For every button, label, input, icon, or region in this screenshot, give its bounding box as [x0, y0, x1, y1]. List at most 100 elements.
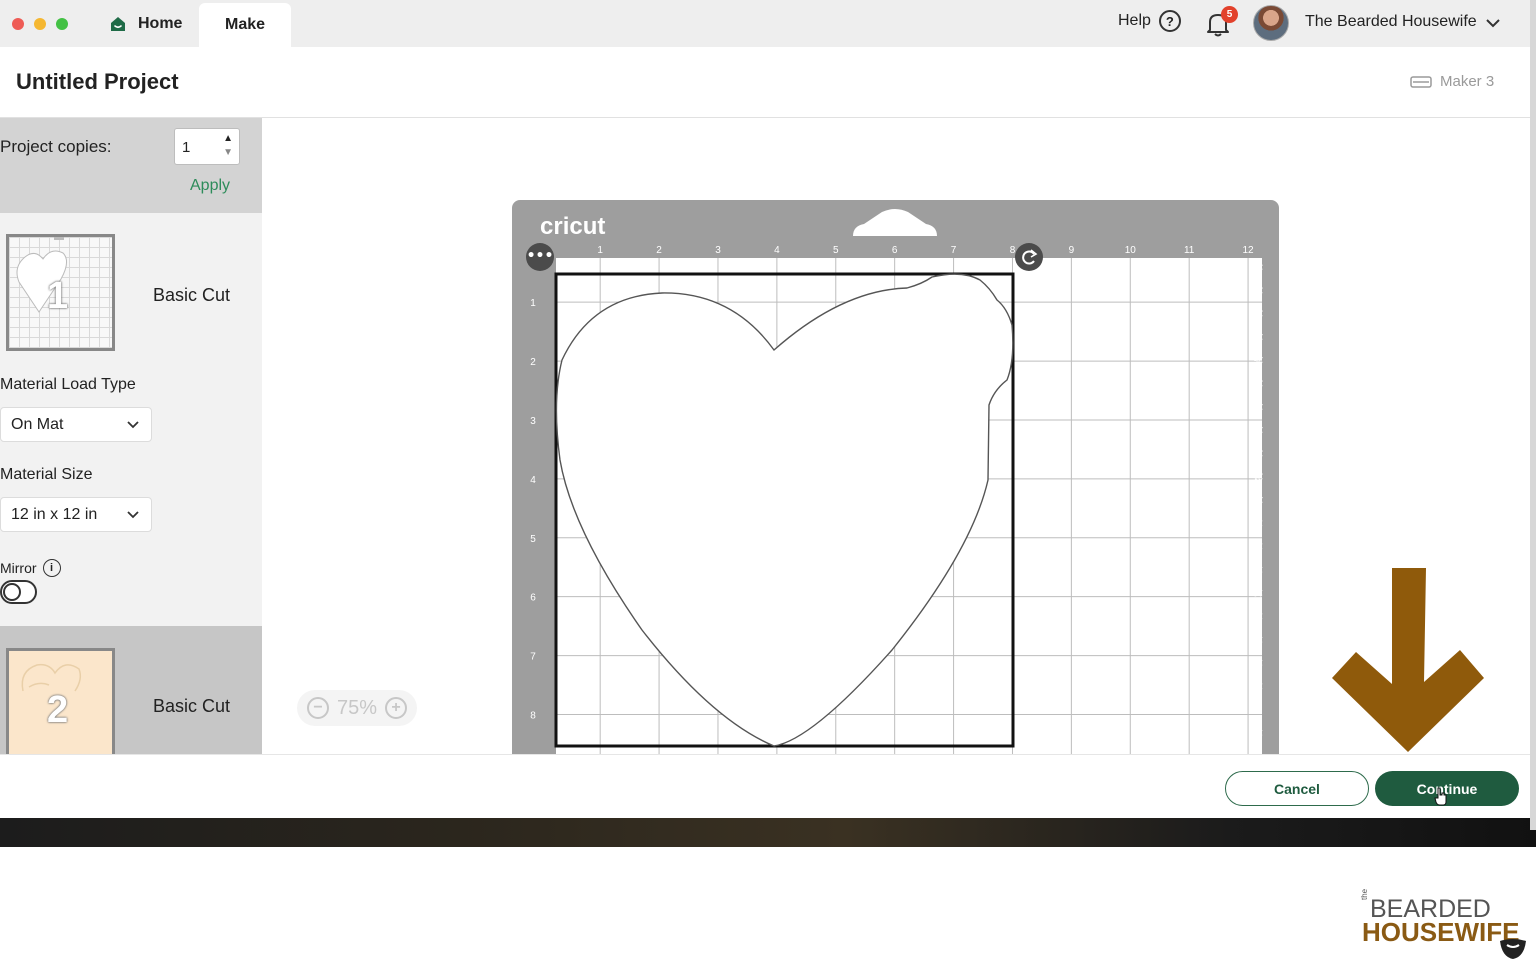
ruler-right-label: 25 — [1253, 379, 1263, 389]
ruler-left-label: 3 — [530, 416, 536, 427]
ruler-top-label: 10 — [1125, 245, 1137, 256]
info-icon[interactable]: i — [42, 559, 61, 577]
rotate-icon[interactable] — [1015, 243, 1043, 271]
ruler-right-label: 14 — [1253, 635, 1263, 645]
mat-thumbnail-2[interactable]: 2 — [6, 648, 115, 755]
project-header: Untitled Project Maker 3 — [0, 47, 1530, 118]
machine-selector[interactable]: Maker 3 — [1410, 73, 1494, 90]
material-size-label: Material Size — [0, 466, 93, 483]
mat-sidebar: Project copies: 1 ▲ ▼ Apply 1 Basic Cut … — [0, 118, 262, 755]
avatar[interactable] — [1253, 5, 1289, 41]
material-load-type-value: On Mat — [11, 416, 64, 433]
zoom-level: 75% — [336, 696, 378, 719]
ruler-top-label: 7 — [951, 245, 957, 256]
background-strip — [0, 818, 1536, 847]
ruler-left-label: 1 — [530, 298, 536, 309]
ruler-left-label: 2 — [530, 357, 536, 368]
footer-bar: Cancel Continue — [0, 754, 1530, 820]
ruler-right-label: 19 — [1253, 518, 1263, 528]
mat-thumbnail-1[interactable]: 1 — [6, 234, 115, 351]
mat-1-label: Basic Cut — [153, 285, 231, 305]
window-edge — [1530, 0, 1536, 830]
arrow-down-icon — [1332, 568, 1484, 752]
project-copies-panel: Project copies: 1 ▲ ▼ Apply — [0, 118, 262, 213]
zoom-control: − 75% + — [297, 690, 417, 726]
ruler-right-label: 18 — [1253, 542, 1263, 552]
mat-2-label: Basic Cut — [153, 696, 231, 716]
mirror-label: Mirror i — [0, 559, 61, 577]
ruler-right-label: 23 — [1253, 425, 1263, 435]
ruler-right-label: 21 — [1253, 472, 1263, 482]
ruler-right-label: 28 — [1253, 309, 1263, 319]
chevron-down-icon[interactable] — [1484, 14, 1502, 32]
bearded-housewife-logo: the BEARDED HOUSEWIFE — [1360, 889, 1530, 961]
chevron-down-icon — [127, 511, 139, 519]
ruler-right-label: 12 — [1253, 681, 1263, 691]
ruler-right-label: 27 — [1253, 332, 1263, 342]
stepper-up-icon[interactable]: ▲ — [223, 133, 233, 144]
mirror-toggle[interactable] — [0, 580, 37, 604]
stepper-down-icon[interactable]: ▼ — [223, 147, 233, 158]
mat-number: 1 — [47, 275, 69, 317]
zoom-in-icon[interactable]: + — [385, 697, 408, 719]
ruler-right-label: 26 — [1253, 355, 1263, 365]
help-icon: ? — [1158, 10, 1181, 32]
ruler-top-label: 12 — [1243, 245, 1255, 256]
cursor-hand-icon — [1434, 787, 1447, 806]
material-load-type-label: Material Load Type — [0, 376, 136, 393]
ruler-right-label: 29 — [1253, 285, 1263, 295]
ruler-top-label: 2 — [656, 245, 662, 256]
title-bar: Home Make Help ? 5 The Bearded Housewife — [0, 0, 1530, 47]
zoom-out-icon[interactable]: − — [306, 697, 329, 719]
ruler-right-label: 10 — [1253, 728, 1263, 738]
close-window-button[interactable] — [12, 18, 24, 30]
help-button[interactable]: Help ? — [1118, 10, 1181, 32]
ruler-right-label: 11 — [1253, 705, 1262, 715]
ruler-left-label: 8 — [530, 710, 536, 721]
project-copies-input[interactable]: 1 ▲ ▼ — [174, 128, 240, 165]
project-copies-value: 1 — [182, 139, 191, 156]
ruler-top-label: 11 — [1184, 245, 1195, 256]
chevron-down-icon — [127, 421, 139, 429]
ruler-top-label: 1 — [597, 245, 603, 256]
cancel-button[interactable]: Cancel — [1225, 771, 1369, 806]
ruler-top-label: 9 — [1069, 245, 1075, 256]
home-icon — [111, 17, 125, 31]
tab-make[interactable]: Make — [199, 3, 291, 47]
material-size-value: 12 in x 12 in — [11, 506, 98, 523]
tab-home-label: Home — [138, 15, 183, 32]
ruler-left-label: 6 — [530, 593, 536, 604]
ruler-top-label: 4 — [774, 245, 780, 256]
ruler-right-label: 20 — [1253, 495, 1263, 505]
page-title: Untitled Project — [16, 69, 179, 94]
ruler-left-label: 4 — [530, 475, 536, 486]
mat-number: 2 — [47, 689, 69, 731]
ellipsis-icon: ••• — [527, 248, 554, 264]
logo-prefix: the — [1360, 888, 1369, 900]
material-load-type-select[interactable]: On Mat — [0, 407, 152, 442]
toggle-knob — [3, 583, 21, 601]
ruler-right-label: 17 — [1253, 565, 1263, 575]
ruler-right-label: 22 — [1253, 448, 1263, 458]
ruler-right-label: 30 — [1253, 262, 1263, 272]
user-name[interactable]: The Bearded Housewife — [1305, 13, 1477, 31]
cutting-machine-icon — [1410, 75, 1432, 88]
material-size-select[interactable]: 12 in x 12 in — [0, 497, 152, 532]
beard-icon — [1500, 939, 1526, 959]
cricut-logo: cricut — [540, 213, 605, 240]
mat-row-2[interactable]: 2 Basic Cut — [0, 626, 262, 755]
logo-line-2: HOUSEWIFE — [1362, 917, 1520, 947]
ruler-top-label: 5 — [833, 245, 839, 256]
notification-badge: 5 — [1221, 6, 1238, 23]
ruler-right-label: 16 — [1253, 588, 1263, 598]
ruler-right-label: 15 — [1253, 612, 1263, 622]
apply-button[interactable]: Apply — [190, 177, 230, 195]
ruler-right-label: 24 — [1253, 402, 1263, 412]
tab-home[interactable]: Home — [100, 6, 190, 42]
tab-make-label: Make — [224, 16, 266, 33]
maximize-window-button[interactable] — [56, 18, 68, 30]
ruler-left-label: 5 — [530, 534, 536, 545]
mirror-label-text: Mirror — [0, 560, 37, 576]
minimize-window-button[interactable] — [34, 18, 46, 30]
cricut-design-space-window: Home Make Help ? 5 The Bearded Housewife… — [0, 0, 1530, 820]
